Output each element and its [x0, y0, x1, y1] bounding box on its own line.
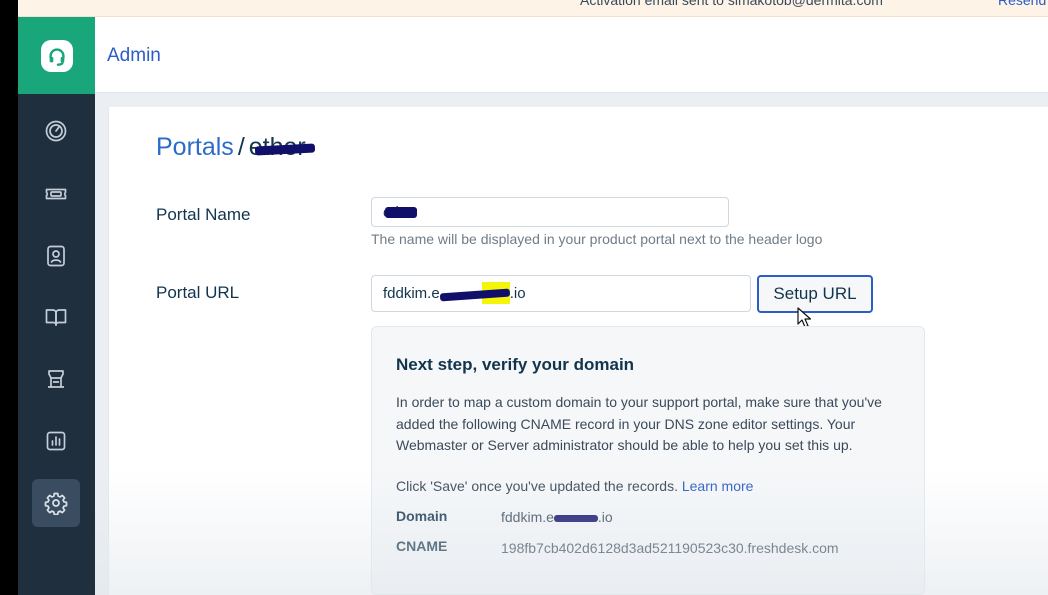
breadcrumb: Portals/ether	[156, 133, 315, 162]
portal-name-value: ether	[383, 204, 417, 221]
sidebar-item-solutions[interactable]	[32, 293, 80, 341]
activation-notice-text: Activation email sent to simakotob@dermi…	[580, 0, 883, 8]
page-header-title: Admin	[107, 45, 161, 66]
portal-url-prefix: fddkim.e	[383, 285, 440, 302]
verify-domain-description: In order to map a custom domain to your …	[396, 394, 882, 453]
learn-more-link[interactable]: Learn more	[682, 478, 754, 494]
cname-label: CNAME	[396, 538, 448, 554]
sidebar-item-reports[interactable]	[32, 417, 80, 465]
portal-name-input[interactable]: ether	[371, 197, 729, 227]
brand-logo[interactable]	[18, 17, 95, 94]
contact-icon	[47, 245, 65, 267]
gear-icon	[44, 492, 68, 515]
forum-icon	[48, 370, 64, 388]
domain-label: Domain	[396, 508, 448, 524]
activation-notice-bar: Activation email sent to simakotob@dermi…	[18, 0, 1048, 17]
portal-settings-panel: Portals/ether Portal Name ether The name…	[108, 107, 1048, 595]
portal-url-suffix: .io	[509, 285, 526, 302]
portal-name-label: Portal Name	[156, 205, 251, 224]
sidebar-item-admin[interactable]	[32, 479, 80, 527]
redaction-mark	[385, 206, 417, 218]
verify-domain-box: Next step, verify your domain In order t…	[371, 326, 925, 595]
ticket-icon	[45, 188, 67, 200]
screen-edge	[0, 0, 18, 595]
breadcrumb-separator: /	[237, 133, 245, 161]
redacted-domain-segment	[439, 281, 510, 304]
verify-domain-title: Next step, verify your domain	[396, 355, 635, 374]
sidebar	[18, 17, 95, 595]
portal-name-hint: The name will be displayed in your produ…	[371, 231, 823, 247]
sidebar-item-forums[interactable]	[32, 355, 80, 403]
headset-icon	[40, 39, 73, 72]
sidebar-item-dashboard[interactable]	[32, 107, 80, 155]
top-header: Admin	[95, 17, 1048, 93]
bar-chart-icon	[46, 431, 66, 451]
cname-value: 198fb7cb402d6128d3ad521190523c30.freshde…	[501, 540, 839, 556]
sidebar-item-tickets[interactable]	[32, 170, 80, 218]
save-instruction: Click 'Save' once you've updated the rec…	[396, 478, 754, 494]
portal-url-label: Portal URL	[156, 283, 240, 302]
book-icon	[45, 309, 67, 326]
breadcrumb-current-portal: ether	[249, 133, 315, 161]
resend-link[interactable]: Resend	[998, 0, 1046, 8]
setup-url-button[interactable]: Setup URL	[757, 275, 873, 313]
redaction-mark	[553, 514, 598, 522]
domain-value: fddkim.e .io	[501, 509, 613, 525]
portal-url-input[interactable]: fddkim.e .io	[371, 275, 751, 312]
sidebar-item-contacts[interactable]	[32, 232, 80, 280]
gauge-icon	[45, 120, 67, 142]
breadcrumb-portals-link[interactable]: Portals	[156, 133, 234, 161]
